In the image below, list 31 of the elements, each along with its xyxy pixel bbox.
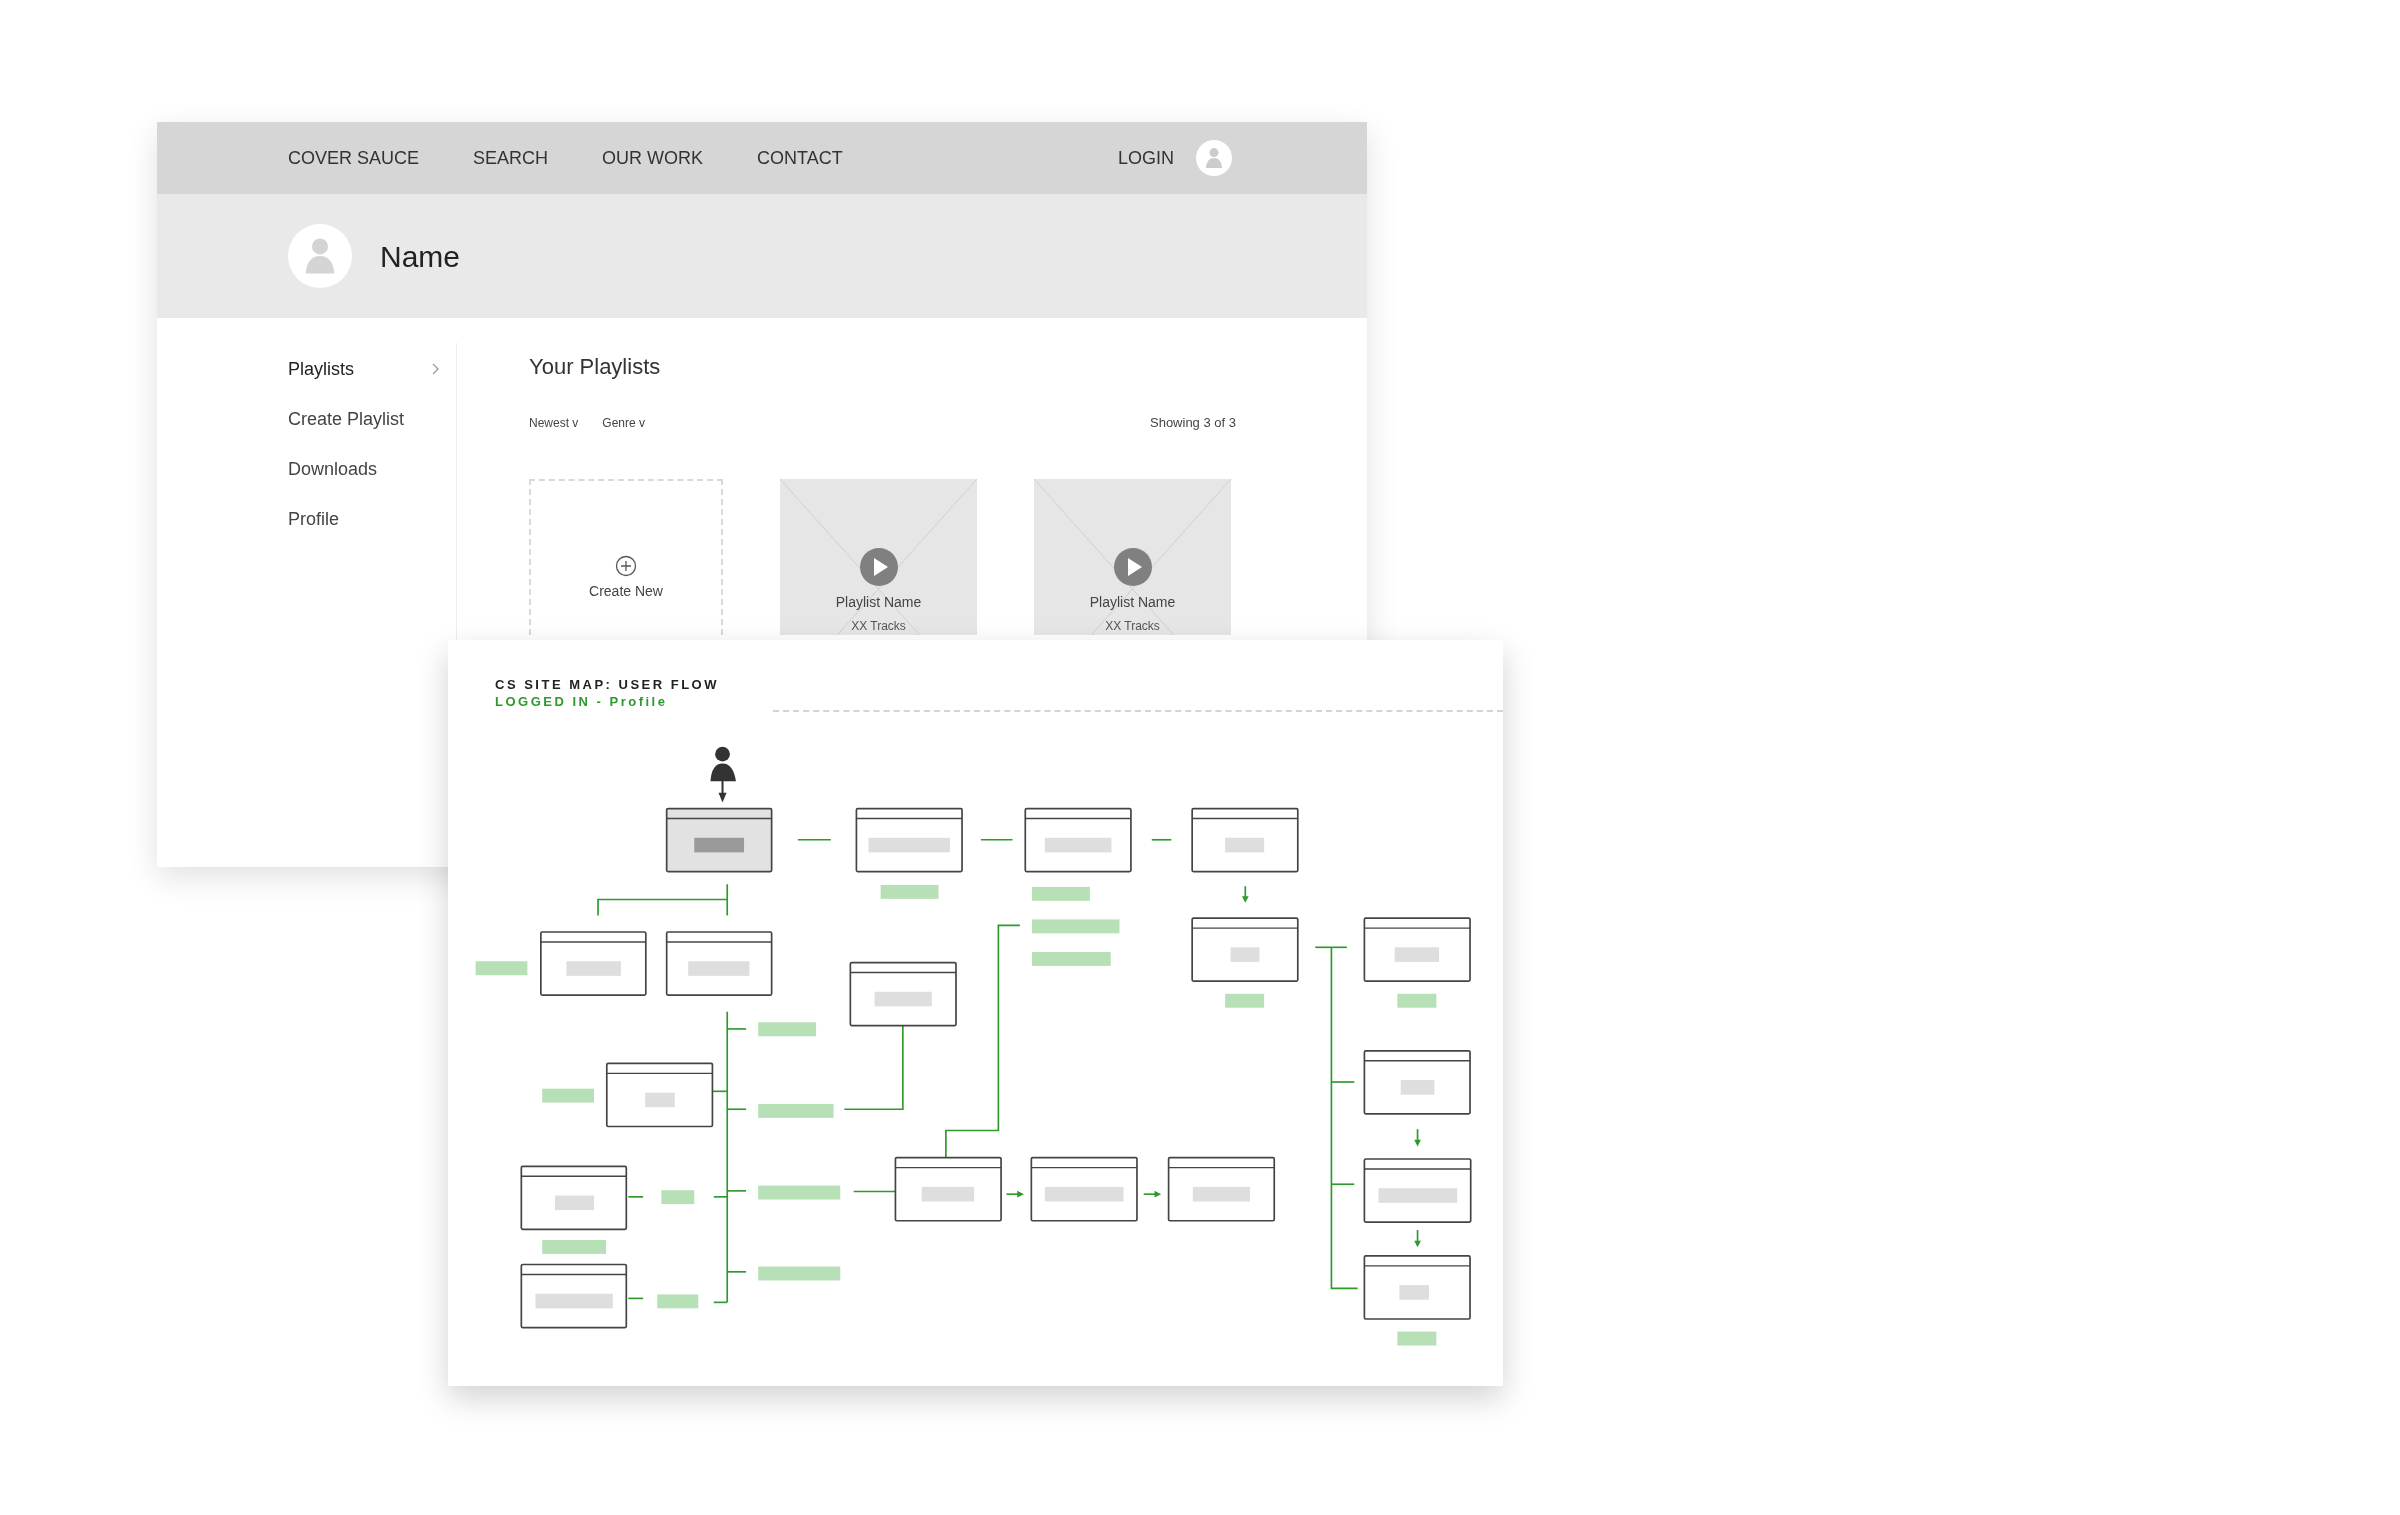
playlist-card[interactable]: Playlist Name XX Tracks (1034, 478, 1231, 635)
chevron-right-icon (432, 363, 440, 375)
site-map-title: CS SITE MAP: USER FLOW (495, 676, 719, 693)
card-label: Create New (589, 581, 663, 601)
filter-dropdown[interactable]: Newest v (529, 413, 579, 432)
playlist-name: Playlist Name (1089, 592, 1176, 612)
sidebar-item[interactable]: Downloads (288, 457, 456, 481)
section-heading: Your Playlists (529, 353, 662, 381)
play-icon[interactable] (1113, 547, 1152, 586)
profile-avatar-icon (288, 224, 352, 288)
track-count: XX Tracks (1105, 617, 1160, 635)
playlist-card[interactable]: Playlist Name XX Tracks (780, 478, 977, 635)
person-icon (710, 746, 736, 803)
user-avatar-icon (1196, 140, 1232, 176)
nav-link[interactable]: SEARCH (473, 144, 549, 172)
create-playlist-card[interactable]: Create New (529, 478, 723, 635)
sidebar-item[interactable]: Create Playlist (288, 407, 456, 431)
track-count: XX Tracks (851, 617, 906, 635)
site-map-subtitle: LOGGED IN - Profile (495, 693, 669, 710)
nav-link[interactable]: OUR WORK (602, 144, 704, 172)
sidebar-item[interactable]: Profile (288, 507, 456, 531)
nav-link[interactable]: CONTACT (757, 144, 843, 172)
profile-name: Name (380, 238, 461, 275)
filter-dropdown[interactable]: Genre v (602, 413, 646, 432)
play-icon[interactable] (859, 547, 898, 586)
nav-link[interactable]: COVER SAUCE (288, 144, 420, 172)
sidebar-item[interactable]: Playlists (288, 357, 456, 381)
result-count: Showing 3 of 3 (1150, 414, 1236, 432)
login-link[interactable]: LOGIN (1118, 144, 1174, 172)
playlist-name: Playlist Name (835, 592, 922, 612)
plus-circle-icon (615, 554, 637, 577)
